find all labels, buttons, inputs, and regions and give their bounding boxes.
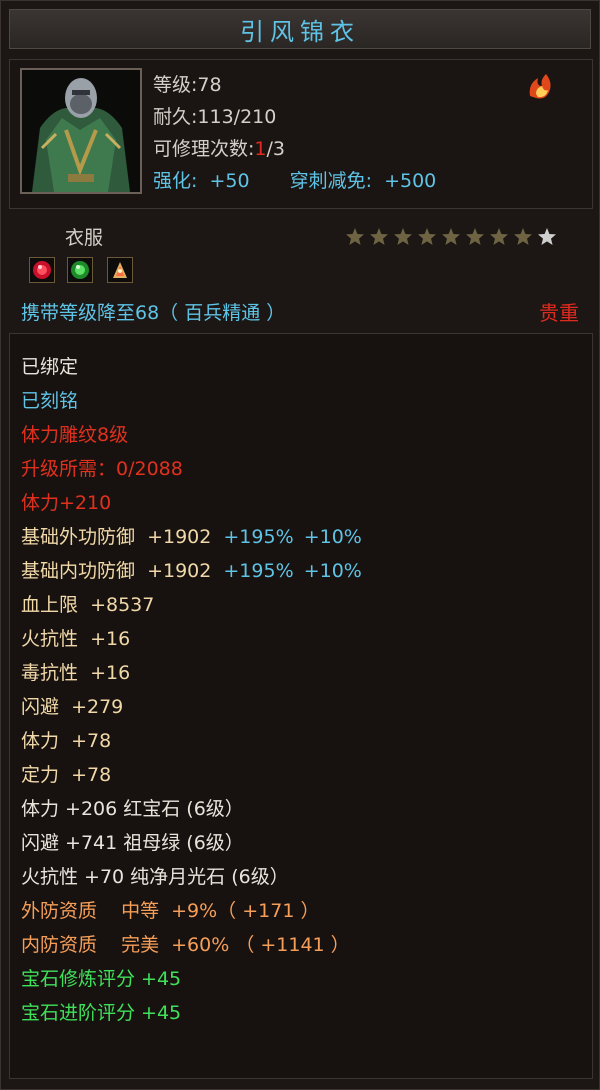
external-quality-row: 外防资质 中等 +9%（ +171 ） bbox=[21, 898, 319, 924]
gem-advance-score: 宝石进阶评分 +45 bbox=[21, 1002, 182, 1024]
dodge-value: +279 bbox=[71, 696, 124, 718]
external-defense-value: +1902 bbox=[147, 526, 212, 548]
stamina-carving-bonus: 体力+210 bbox=[21, 492, 112, 514]
carving-level: 体力雕纹8级 bbox=[21, 424, 129, 446]
pierce-label: 穿刺减免: bbox=[289, 170, 373, 192]
stamina-row: 体力 +78 bbox=[21, 728, 111, 754]
enhance-label: 强化: bbox=[153, 170, 198, 192]
pierce-value: +500 bbox=[384, 170, 437, 192]
upgrade-label: 升级所需： bbox=[21, 458, 117, 480]
hp-row: 血上限 +8537 bbox=[21, 592, 154, 618]
internal-defense-label: 基础内功防御 bbox=[21, 560, 136, 582]
stamina-label: 体力 bbox=[21, 730, 60, 752]
durability-label: 耐久: bbox=[153, 106, 198, 128]
external-quality-grade: 中等 bbox=[121, 900, 160, 922]
internal-quality-label: 内防资质 bbox=[21, 934, 98, 956]
external-quality-label: 外防资质 bbox=[21, 900, 98, 922]
internal-defense-row: 基础内功防御 +1902 +195% +10% bbox=[21, 558, 362, 584]
rarity-label: 贵重 bbox=[539, 301, 579, 325]
external-defense-label: 基础外功防御 bbox=[21, 526, 136, 548]
gem-bonus-ruby: 体力 +206 红宝石 (6级） bbox=[21, 798, 244, 820]
internal-defense-pct1: +195% bbox=[223, 560, 294, 582]
external-quality-value: +9%（ +171 ） bbox=[171, 900, 320, 922]
dodge-row: 闪避 +279 bbox=[21, 694, 123, 720]
item-category: 衣服 bbox=[65, 227, 104, 249]
hp-value: +8537 bbox=[90, 594, 155, 616]
attribute-panel: 已绑定 已刻铭 体力雕纹8级 升级所需：0/2088 体力+210 基础外功防御… bbox=[9, 333, 593, 1079]
fire-resist-label: 火抗性 bbox=[21, 628, 79, 650]
focus-value: +78 bbox=[71, 764, 112, 786]
bound-status: 已绑定 bbox=[21, 356, 79, 378]
external-defense-pct2: +10% bbox=[303, 526, 362, 548]
carry-level-text: 携带等级降至68（ 百兵精通 ） bbox=[21, 302, 286, 324]
external-defense-row: 基础外功防御 +1902 +195% +10% bbox=[21, 524, 362, 550]
level-label: 等级: bbox=[153, 74, 198, 96]
level-value: 78 bbox=[197, 74, 222, 96]
moonstone-gem-icon[interactable] bbox=[107, 257, 133, 283]
durability-line: 耐久:113/210 bbox=[153, 102, 276, 129]
external-defense-pct1: +195% bbox=[223, 526, 294, 548]
star-rating bbox=[346, 228, 556, 245]
repair-total: /3 bbox=[266, 138, 286, 160]
internal-quality-row: 内防资质 完美 +60% （ +1141 ） bbox=[21, 932, 350, 958]
repair-used: 1 bbox=[254, 138, 267, 160]
flame-wing-icon bbox=[529, 74, 551, 99]
item-name: 引风锦衣 bbox=[240, 17, 360, 46]
gem-bonus-emerald: 闪避 +741 祖母绿 (6级） bbox=[21, 832, 244, 854]
item-summary-panel: 等级:78 耐久:113/210 可修理次数:1/3 强化: +50 穿刺减免:… bbox=[9, 59, 593, 209]
stamina-value: +78 bbox=[71, 730, 112, 752]
internal-quality-value: +60% （ +1141 ） bbox=[171, 934, 350, 956]
poison-resist-value: +16 bbox=[90, 662, 131, 684]
focus-label: 定力 bbox=[21, 764, 60, 786]
ruby-gem-icon[interactable] bbox=[29, 257, 55, 283]
upgrade-requirement: 升级所需：0/2088 bbox=[21, 456, 183, 482]
internal-defense-pct2: +10% bbox=[303, 560, 362, 582]
internal-defense-value: +1902 bbox=[147, 560, 212, 582]
upgrade-value: 0/2088 bbox=[116, 458, 183, 480]
focus-row: 定力 +78 bbox=[21, 762, 111, 788]
armor-portrait bbox=[20, 68, 142, 194]
gem-bonus-moonstone: 火抗性 +70 纯净月光石 (6级） bbox=[21, 866, 289, 888]
title-bar: 引风锦衣 bbox=[9, 9, 591, 49]
engraved-status: 已刻铭 bbox=[21, 390, 79, 412]
internal-quality-grade: 完美 bbox=[121, 934, 160, 956]
fire-resist-row: 火抗性 +16 bbox=[21, 626, 130, 652]
emerald-gem-icon[interactable] bbox=[67, 257, 93, 283]
repair-line: 可修理次数:1/3 bbox=[153, 134, 285, 161]
hp-label: 血上限 bbox=[21, 594, 79, 616]
poison-resist-label: 毒抗性 bbox=[21, 662, 79, 684]
item-tooltip: 引风锦衣 等级:78 耐久:113/210 可修理次数:1/3 强化: +50 … bbox=[0, 0, 600, 1090]
level-line: 等级:78 bbox=[153, 70, 222, 97]
repair-label: 可修理次数: bbox=[153, 138, 255, 160]
enhance-value: +50 bbox=[209, 170, 250, 192]
durability-value: 113/210 bbox=[197, 106, 277, 128]
poison-resist-row: 毒抗性 +16 bbox=[21, 660, 130, 686]
enhance-line: 强化: +50 穿刺减免: +500 bbox=[153, 166, 436, 193]
fire-resist-value: +16 bbox=[90, 628, 131, 650]
gem-refine-score: 宝石修炼评分 +45 bbox=[21, 968, 182, 990]
dodge-label: 闪避 bbox=[21, 696, 60, 718]
